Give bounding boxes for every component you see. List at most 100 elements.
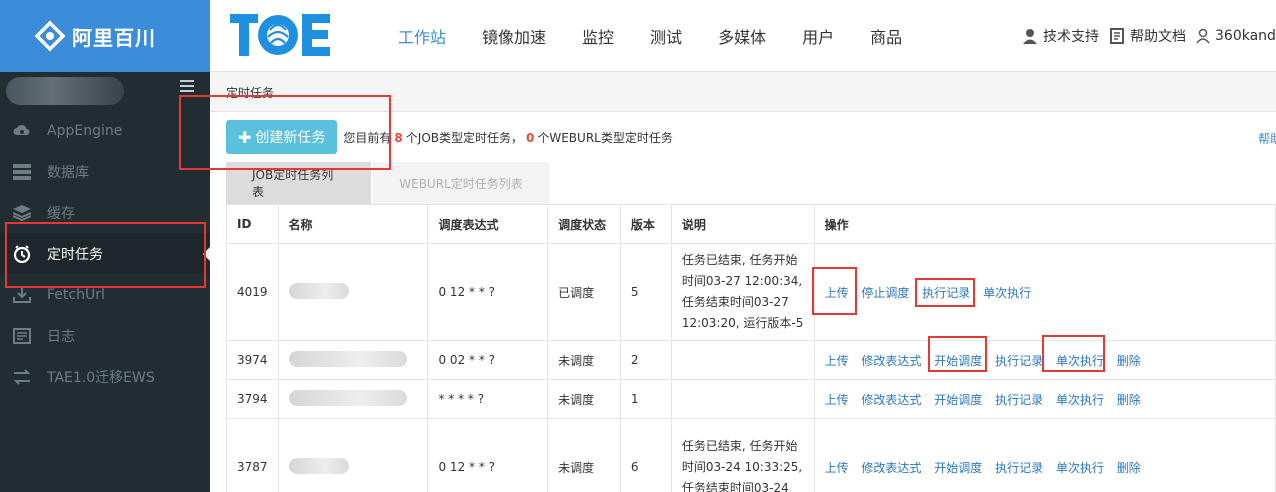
avatar[interactable] (6, 77, 124, 105)
start-schedule-link[interactable]: 开始调度 (934, 354, 982, 368)
cloud-icon (12, 121, 32, 141)
table-row: 3974 0 02 * * ? 未调度 2 上传 修改表达式 开始调度 执行记录… (226, 340, 1276, 380)
cell-description (670, 340, 815, 380)
help-link[interactable]: 帮助 (1258, 130, 1276, 147)
task-summary: 您目前有 8 个JOB类型定时任务， 0 个WEBURL类型定时任务 (343, 129, 672, 146)
swap-icon (12, 367, 32, 387)
top-nav-test[interactable]: 测试 (636, 24, 696, 48)
sidebar-item-appengine[interactable]: AppEngine (0, 110, 210, 151)
execution-log-link[interactable]: 执行记录 (995, 393, 1043, 407)
docs-label: 帮助文档 (1130, 29, 1186, 45)
sidebar: 阿里百川 AppEngine 数据库 缓存 定时任务 FetchUrl 日志 T… (0, 0, 210, 492)
upload-link[interactable]: 上传 (825, 461, 849, 475)
upload-link[interactable]: 上传 (825, 286, 849, 300)
top-nav-mirror[interactable]: 镜像加速 (468, 24, 560, 48)
col-header-description[interactable]: 说明 (670, 204, 815, 244)
top-nav-products[interactable]: 商品 (856, 24, 916, 48)
database-icon (12, 162, 32, 182)
brand-name: 阿里百川 (72, 25, 156, 50)
action-bar: ✚ 创建新任务 您目前有 8 个JOB类型定时任务， 0 个WEBURL类型定时任务 (226, 120, 673, 154)
col-header-id[interactable]: ID (226, 204, 279, 244)
blurred-name (288, 389, 407, 406)
col-header-status[interactable]: 调度状态 (547, 204, 621, 244)
cell-status: 未调度 (547, 418, 621, 492)
tab-weburl-tasks[interactable]: WEBURL定时任务列表 (373, 162, 549, 204)
blurred-name (288, 457, 349, 474)
cell-actions: 上传 停止调度 执行记录 单次执行 (813, 243, 1276, 341)
cell-name (277, 379, 429, 419)
col-header-actions: 操作 (813, 204, 1276, 244)
cell-description: 任务已结束, 任务开始时间03-24 10:33:25, 任务结束时间03-24 (670, 418, 815, 492)
cell-version: 5 (619, 243, 672, 341)
execution-log-link[interactable]: 执行记录 (995, 461, 1043, 475)
col-header-name[interactable]: 名称 (277, 204, 429, 244)
log-icon (12, 326, 32, 346)
user-bar (0, 72, 210, 110)
start-schedule-link[interactable]: 开始调度 (934, 393, 982, 407)
sidebar-item-logs[interactable]: 日志 (0, 315, 210, 356)
start-schedule-link[interactable]: 开始调度 (934, 461, 982, 475)
blurred-name (288, 350, 407, 367)
run-once-link[interactable]: 单次执行 (1056, 461, 1104, 475)
create-task-button[interactable]: ✚ 创建新任务 (226, 120, 338, 154)
cell-status: 未调度 (547, 340, 621, 380)
top-nav: 工作站 镜像加速 监控 测试 多媒体 用户 商品 (380, 0, 920, 72)
delete-link[interactable]: 删除 (1117, 461, 1141, 475)
table-row: 4019 0 12 * * ? 已调度 5 任务已结束, 任务开始时间03-27… (226, 243, 1276, 341)
sidebar-item-tae-migration[interactable]: TAE1.0迁移EWS (0, 356, 210, 397)
cell-status: 已调度 (547, 243, 621, 341)
cell-description (670, 379, 815, 419)
col-header-cron[interactable]: 调度表达式 (427, 204, 549, 244)
execution-log-link[interactable]: 执行记录 (922, 286, 970, 300)
brand-header[interactable]: 阿里百川 (0, 0, 210, 72)
run-once-link[interactable]: 单次执行 (1056, 354, 1104, 368)
top-nav-monitor[interactable]: 监控 (568, 24, 628, 48)
brand-logo-icon (34, 20, 66, 52)
col-header-version[interactable]: 版本 (619, 204, 672, 244)
document-icon (1110, 28, 1124, 44)
cell-name (277, 340, 429, 380)
table-header-row: ID 名称 调度表达式 调度状态 版本 说明 操作 (226, 204, 1276, 244)
summary-prefix: 您目前有 (343, 130, 392, 145)
cell-id: 3974 (226, 340, 279, 380)
menu-toggle-icon[interactable] (180, 80, 194, 92)
cell-description: 任务已结束, 任务开始时间03-27 12:00:34, 任务结束时间03-27… (670, 243, 815, 341)
top-nav-users[interactable]: 用户 (788, 24, 848, 48)
task-table: ID 名称 调度表达式 调度状态 版本 说明 操作 4019 0 12 * * … (226, 204, 1276, 492)
cell-version: 6 (619, 418, 672, 492)
sidebar-item-cache[interactable]: 缓存 (0, 192, 210, 233)
layers-icon (12, 203, 32, 223)
user-icon (1196, 28, 1210, 44)
cell-id: 4019 (226, 243, 279, 341)
delete-link[interactable]: 删除 (1117, 354, 1141, 368)
stop-schedule-link[interactable]: 停止调度 (861, 286, 909, 300)
user-menu[interactable]: 360kand (1196, 28, 1276, 44)
edit-cron-link[interactable]: 修改表达式 (861, 393, 921, 407)
create-task-label: 创建新任务 (255, 130, 326, 146)
execution-log-link[interactable]: 执行记录 (995, 354, 1043, 368)
table-row: 3787 0 12 * * ? 未调度 6 任务已结束, 任务开始时间03-24… (226, 418, 1276, 492)
support-label: 技术支持 (1043, 29, 1099, 45)
sidebar-item-database[interactable]: 数据库 (0, 151, 210, 192)
top-nav-media[interactable]: 多媒体 (704, 24, 780, 48)
support-person-icon (1023, 29, 1037, 44)
tae-logo-icon[interactable] (228, 10, 332, 60)
sidebar-item-label: AppEngine (47, 122, 123, 139)
upload-link[interactable]: 上传 (825, 393, 849, 407)
edit-cron-link[interactable]: 修改表达式 (861, 354, 921, 368)
sidebar-item-scheduled-tasks[interactable]: 定时任务 (0, 233, 210, 274)
docs-link[interactable]: 帮助文档 (1109, 26, 1186, 46)
cell-cron: * * * * ? (427, 379, 549, 419)
weburl-count: 0 (526, 130, 535, 145)
plus-icon: ✚ (238, 127, 252, 147)
support-link[interactable]: 技术支持 (1022, 26, 1099, 46)
upload-link[interactable]: 上传 (825, 354, 849, 368)
top-nav-workstation[interactable]: 工作站 (384, 24, 460, 48)
run-once-link[interactable]: 单次执行 (983, 286, 1031, 300)
edit-cron-link[interactable]: 修改表达式 (861, 461, 921, 475)
blurred-name (288, 282, 349, 299)
tab-job-tasks[interactable]: JOB定时任务列表 (226, 162, 371, 204)
sidebar-item-fetchurl[interactable]: FetchUrl (0, 274, 210, 315)
run-once-link[interactable]: 单次执行 (1056, 393, 1104, 407)
delete-link[interactable]: 删除 (1117, 393, 1141, 407)
